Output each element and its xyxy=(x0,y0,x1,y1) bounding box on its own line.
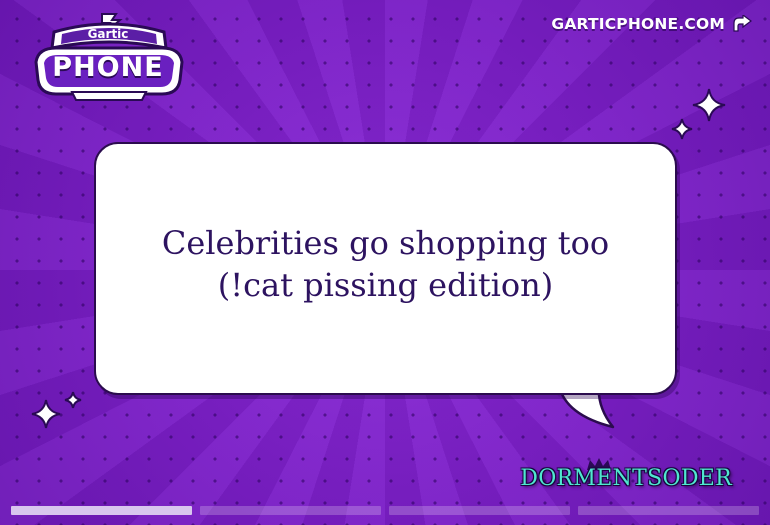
sparkle-icon xyxy=(692,88,726,122)
progress-segment xyxy=(389,506,570,515)
prompt-line-1: Celebrities go shopping too xyxy=(161,223,610,262)
round-progress xyxy=(11,506,759,515)
author-name: DORMENTSODER xyxy=(520,466,732,491)
progress-segment xyxy=(578,506,759,515)
sparkle-icon xyxy=(671,118,693,140)
prompt-text: Celebrities go shopping too (!cat pissin… xyxy=(162,222,609,306)
progress-segment xyxy=(11,506,192,515)
sparkle-icon xyxy=(64,391,82,409)
logo-main-text: PHONE xyxy=(52,52,164,83)
prompt-speech-bubble: Celebrities go shopping too (!cat pissin… xyxy=(94,142,677,395)
garticphone-site-link[interactable]: GARTICPHONE.COM xyxy=(551,15,752,33)
external-arrow-icon xyxy=(732,15,752,33)
site-link-label: GARTICPHONE.COM xyxy=(551,15,725,33)
sparkle-icon xyxy=(31,399,61,429)
prompt-line-2: (!cat pissing edition) xyxy=(217,265,554,304)
progress-segment xyxy=(200,506,381,515)
logo-top-text: Gartic xyxy=(87,27,129,41)
